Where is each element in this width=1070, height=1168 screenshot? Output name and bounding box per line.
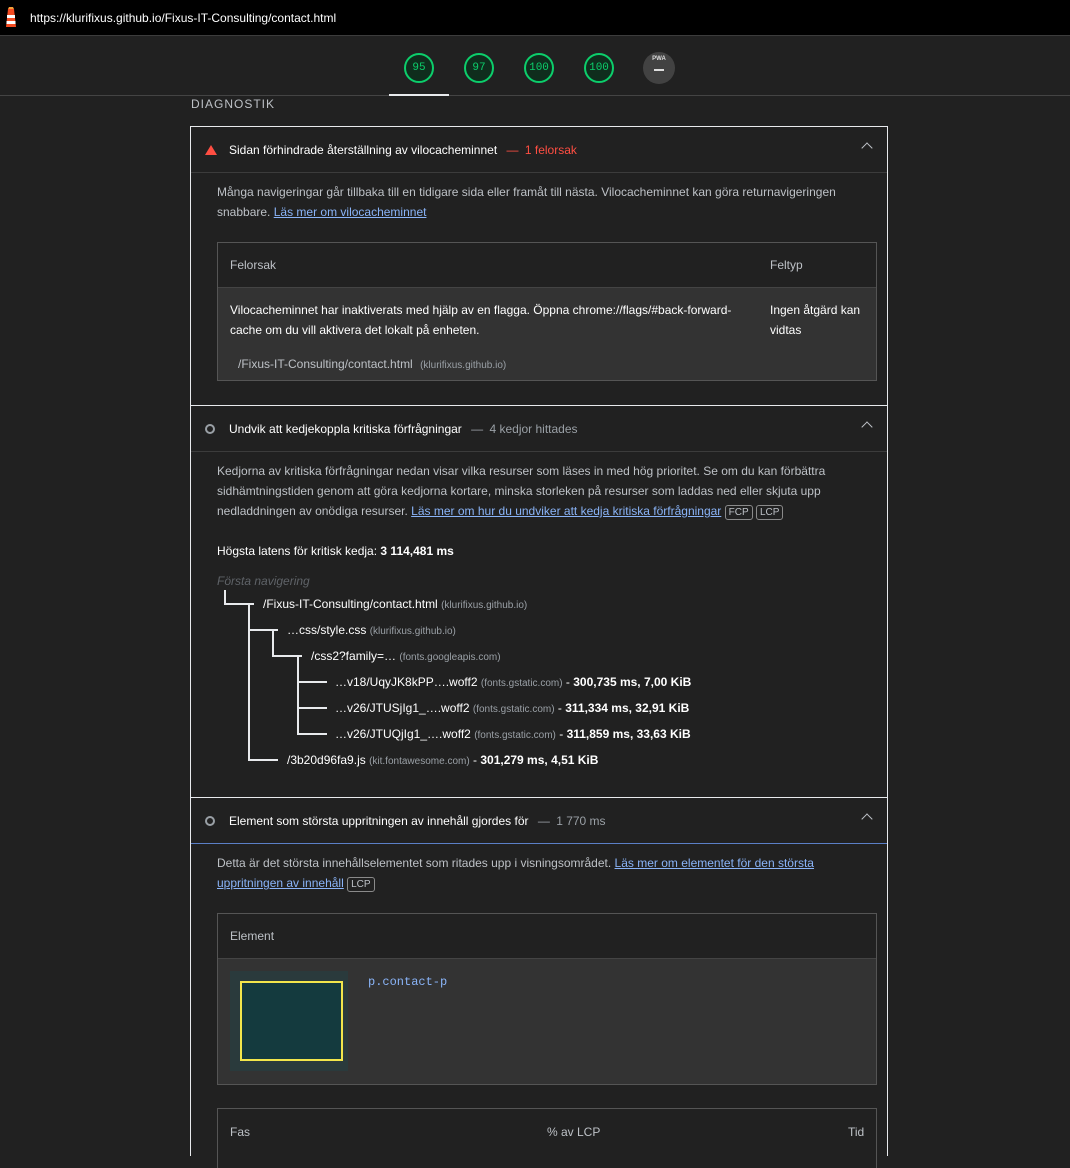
score-value: 100 [529,62,549,74]
lcp-element-table: Element p.contact-p [217,913,877,1085]
info-circle-icon [205,424,215,434]
metric-chip: LCP [756,505,784,520]
column-header: Element [230,929,275,943]
metric-chip: FCP [724,505,753,520]
chain-node: …v18/UqyJK8kPP….woff2 (fonts.gstatic.com… [335,675,692,689]
section-title: DIAGNOSTIK [191,97,276,111]
audit-title: Sidan förhindrade återställning av viloc… [229,143,498,157]
chain-node: …v26/JTUSjIg1_….woff2 (fonts.gstatic.com… [335,701,690,715]
table-header: Fas % av LCP Tid [218,1109,876,1154]
chevron-up-icon[interactable] [861,813,873,825]
score-gauge-performance[interactable]: 95 [403,52,435,84]
active-gauge-indicator [389,94,449,96]
column-header: Fas [230,1125,251,1139]
learn-more-link[interactable]: Läs mer om vilocacheminnet [274,205,427,219]
table-header: Element [218,914,876,959]
audit-list: Sidan förhindrade återställning av viloc… [190,126,888,1168]
audit-critical-chains-header[interactable]: Undvik att kedjekoppla kritiska förfrågn… [191,406,887,452]
element-selector[interactable]: p.contact-p [368,975,447,989]
column-header: Tid [848,1125,865,1139]
audit-description: Detta är det största innehållselementet … [217,856,814,892]
source-url[interactable]: /Fixus-IT-Consulting/contact.html (kluri… [238,357,506,371]
max-latency: Högsta latens för kritisk kedja: 3 114,4… [217,544,454,558]
audit-bfcache-header[interactable]: Sidan förhindrade återställning av viloc… [191,127,887,173]
address-bar: https://klurifixus.github.io/Fixus-IT-Co… [0,0,1070,36]
chevron-up-icon[interactable] [861,421,873,433]
chain-node: /css2?family=… (fonts.googleapis.com) [311,649,501,663]
chain-node: …v26/JTUQjIg1_….woff2 (fonts.gstatic.com… [335,727,691,741]
lcp-phase-table: Fas % av LCP Tid [217,1108,877,1168]
audit-title: Undvik att kedjekoppla kritiska förfrågn… [229,422,462,436]
fail-triangle-icon [205,145,217,155]
audit-sep: — [506,143,519,157]
learn-more-link[interactable]: Läs mer om hur du undviker att kedja kri… [411,504,721,518]
pwa-label: PWA [652,56,666,62]
chevron-up-icon[interactable] [861,142,873,154]
pwa-badge[interactable]: PWA [643,52,675,84]
chain-node: …css/style.css (klurifixus.github.io) [287,623,456,637]
element-screenshot-thumbnail[interactable] [230,971,348,1071]
chain-node: /Fixus-IT-Consulting/contact.html (kluri… [263,597,528,611]
column-header: Felorsak [230,258,277,272]
audit-summary: 1 770 ms [556,814,606,828]
score-gauge-best-practices[interactable]: 100 [523,52,555,84]
audit-title: Element som största uppritningen av inne… [229,814,529,828]
table-header: Felorsak Feltyp [218,243,876,288]
score-value: 97 [472,62,486,74]
score-value: 100 [589,62,609,74]
table-row: p.contact-p [218,959,876,1084]
failure-type: Ingen åtgärd kan vidtas [770,303,861,337]
table-row: Vilocacheminnet har inaktiverats med hjä… [218,288,876,380]
audit-description: Kedjorna av kritiska förfrågningar nedan… [217,464,826,520]
score-gauges: 95 97 100 100 PWA [0,36,1070,96]
chain-node: /3b20d96fa9.js (kit.fontawesome.com) - 3… [287,753,599,767]
audit-lcp-element-header[interactable]: Element som största uppritningen av inne… [191,798,887,844]
column-header: % av LCP [547,1125,601,1139]
metric-chip: LCP [347,877,375,892]
column-header: Feltyp [770,258,803,272]
audit-sep: — [537,814,550,828]
score-gauge-accessibility[interactable]: 97 [463,52,495,84]
failure-reason: Vilocacheminnet har inaktiverats med hjä… [230,303,732,337]
lighthouse-icon [6,7,16,27]
pwa-dash-icon [654,69,664,71]
audit-summary: 1 felorsak [524,143,577,157]
audit-summary: 4 kedjor hittades [489,422,578,436]
page-url[interactable]: https://klurifixus.github.io/Fixus-IT-Co… [30,11,336,25]
audit-description: Många navigeringar går tillbaka till en … [217,185,836,219]
score-value: 95 [412,62,426,74]
info-circle-icon [205,816,215,826]
bfcache-table: Felorsak Feltyp Vilocacheminnet har inak… [217,242,877,381]
score-gauge-seo[interactable]: 100 [583,52,615,84]
audit-sep: — [471,422,484,436]
initial-navigation-label: Första navigering [217,574,310,588]
